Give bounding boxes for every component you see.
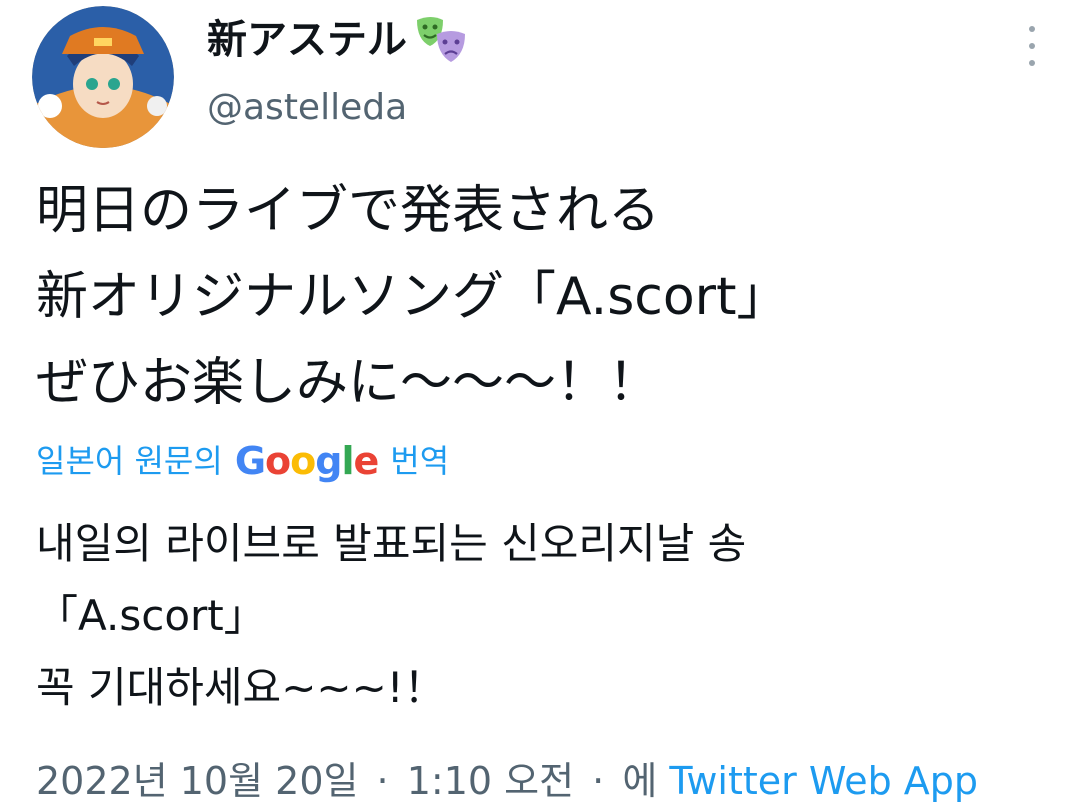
source-app-link[interactable]: Twitter Web App (669, 759, 978, 803)
translation-prefix: 일본어 원문의 (36, 442, 223, 480)
translation-line: 꼭 기대하세요~~~!！ (36, 663, 446, 712)
more-menu-dot (1029, 26, 1035, 32)
display-name[interactable]: 新アステル (207, 14, 407, 66)
translation-line: 「A.scort」 (36, 591, 266, 640)
google-logo: Google (234, 439, 379, 483)
more-menu-dot (1029, 60, 1035, 66)
more-vertical-icon[interactable] (1025, 26, 1039, 66)
via-label: 에 (622, 759, 658, 803)
tweet-metadata: 2022년 10월 20일 · 1:10 오전 · 에 Twitter Web … (36, 754, 978, 808)
tweet-time[interactable]: 1:10 오전 (407, 759, 574, 803)
translation-line: 내일의 라이브로 발표되는 신오리지날 송 (36, 519, 747, 568)
translated-by-google-link[interactable]: 일본어 원문의 Google 번역 (36, 438, 449, 484)
translation-suffix: 번역 (390, 442, 450, 480)
tweet-text: 明日のライブで発表される 新オリジナルソング「A.scort」 ぜひお楽しみに〜… (36, 168, 1056, 426)
performing-arts-masks-icon (413, 12, 469, 68)
tweet-line: 新オリジナルソング「A.scort」 (36, 267, 789, 327)
tweet-date[interactable]: 2022년 10월 20일 (36, 759, 358, 803)
translated-text: 내일의 라이브로 발표되는 신오리지날 송 「A.scort」 꼭 기대하세요~… (36, 508, 1056, 724)
tweet-line: 明日のライブで発表される (36, 181, 661, 241)
anime-character-avatar (32, 6, 174, 148)
avatar[interactable] (32, 6, 174, 148)
separator: · (376, 759, 389, 803)
author-handle[interactable]: @astelleda (207, 84, 407, 132)
separator: · (592, 759, 605, 803)
author-name-row[interactable]: 新アステル (207, 12, 469, 68)
tweet-line: ぜひお楽しみに〜〜〜！！ (36, 353, 661, 413)
more-menu-dot (1029, 43, 1035, 49)
